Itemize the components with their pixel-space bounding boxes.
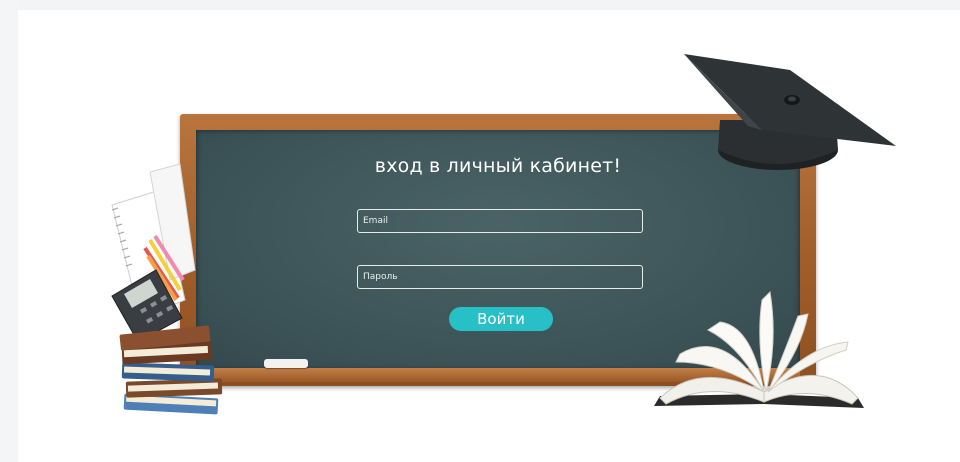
graduation-cap-icon	[684, 54, 896, 170]
open-book-icon	[654, 290, 864, 408]
page: вход в личный кабинет! Войти	[0, 0, 960, 462]
password-field[interactable]	[357, 265, 643, 289]
email-field[interactable]	[357, 209, 643, 233]
book-stack-icon	[119, 325, 223, 415]
page-title: вход в личный кабинет!	[374, 155, 622, 177]
login-button[interactable]: Войти	[449, 307, 553, 331]
